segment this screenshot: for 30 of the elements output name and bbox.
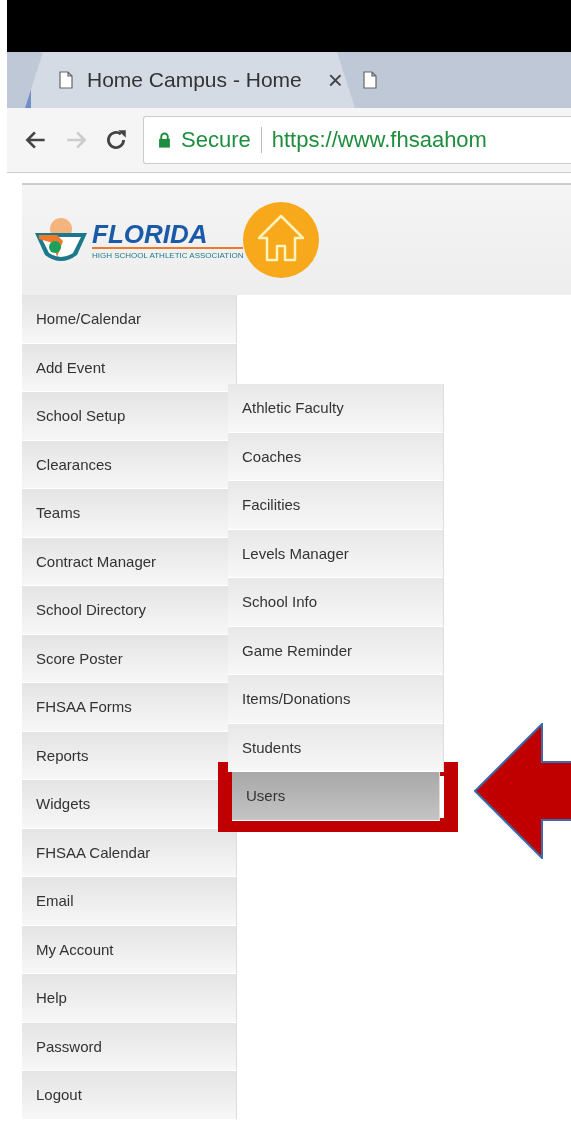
menu-item[interactable]: Password (22, 1022, 237, 1071)
submenu-item[interactable]: Game Reminder (228, 626, 444, 675)
menu-item[interactable]: Add Event (22, 343, 237, 392)
secure-label: Secure (181, 127, 251, 153)
submenu-item[interactable]: Athletic Faculty (228, 384, 444, 433)
url-text: https://www.fhsaahom (271, 127, 487, 153)
close-icon[interactable]: × (327, 64, 343, 96)
florida-logo[interactable]: FLORIDA HIGH SCHOOL ATHLETIC ASSOCIATION (30, 215, 244, 265)
tab-title: Home Campus - Home (87, 68, 302, 92)
lock-icon (158, 132, 171, 148)
browser-tab[interactable]: Home Campus - Home × (25, 52, 355, 108)
submenu-item[interactable]: Facilities (228, 481, 444, 530)
menu-item[interactable]: FHSAA Calendar (22, 828, 237, 877)
submenu-item[interactable]: Levels Manager (228, 529, 444, 578)
home-icon[interactable] (243, 202, 320, 278)
document-icon (59, 71, 73, 89)
menu-item[interactable]: My Account (22, 925, 237, 974)
menu-item[interactable]: Help (22, 974, 237, 1023)
logo-name: FLORIDA (92, 220, 244, 249)
menu-item[interactable]: Email (22, 877, 237, 926)
submenu-item[interactable]: Users (232, 772, 440, 821)
menu-item[interactable]: Home/Calendar (22, 295, 237, 344)
submenu-item[interactable]: School Info (228, 578, 444, 627)
submenu-item[interactable]: Coaches (228, 432, 444, 481)
menu-item[interactable]: Logout (22, 1071, 237, 1120)
logo-tagline: HIGH SCHOOL ATHLETIC ASSOCIATION (92, 250, 244, 260)
document-icon (363, 71, 377, 89)
submenu-item[interactable]: Students (228, 723, 444, 772)
address-bar[interactable]: Secure https://www.fhsaahom (143, 116, 571, 164)
submenu-item[interactable]: Items/Donations (228, 675, 444, 724)
